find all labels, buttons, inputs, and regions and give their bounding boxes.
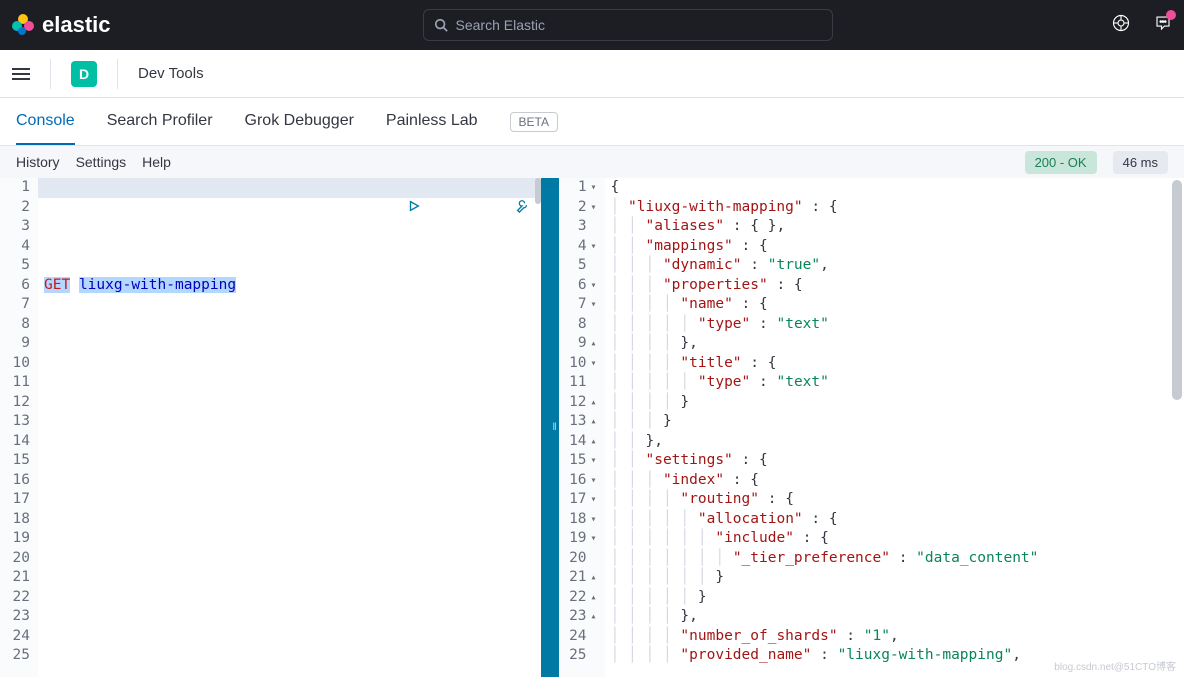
request-code[interactable]: GET liuxg-with-mappingDELETE index1POST … [38,178,551,677]
global-search[interactable]: Search Elastic [423,9,833,41]
history-link[interactable]: History [16,154,60,170]
elastic-logo-icon [12,14,34,36]
response-status-badge: 200 - OK [1025,151,1097,174]
response-scrollbar[interactable] [1172,180,1182,400]
topbar: elastic Search Elastic [0,0,1184,50]
topbar-right [1112,14,1172,37]
tab-grok-debugger[interactable]: Grok Debugger [245,98,354,145]
pane-resizer[interactable]: ‖ [551,178,559,677]
resizer-handle-icon: ‖ [552,422,556,433]
brand-text: elastic [42,12,111,38]
hamburger-icon [12,68,30,80]
notification-dot [1166,10,1176,20]
request-active-bar [541,178,551,677]
watermark: blog.csdn.net@51CTO博客 [1054,658,1176,673]
divider [117,59,118,89]
elastic-logo[interactable]: elastic [12,12,111,38]
help-link[interactable]: Help [142,154,171,170]
beta-badge: BETA [510,112,558,132]
tabs: Console Search Profiler Grok Debugger Pa… [0,98,1184,146]
settings-link[interactable]: Settings [76,154,127,170]
page-title: Dev Tools [138,65,204,82]
tab-search-profiler[interactable]: Search Profiler [107,98,213,145]
send-request-icon[interactable] [320,179,421,239]
app-badge[interactable]: D [71,61,97,87]
response-gutter: 1▾2▾34▾56▾7▾89▴10▾1112▴13▴14▴15▾16▾17▾18… [559,178,605,677]
request-actions [320,179,529,239]
divider [50,59,51,89]
tab-console[interactable]: Console [16,98,75,145]
subbar: D Dev Tools [0,50,1184,98]
nav-toggle-button[interactable] [12,65,30,83]
newsfeed-icon[interactable] [1154,14,1172,37]
wrench-icon[interactable] [427,179,528,239]
console-toolbar: History Settings Help 200 - OK 46 ms [0,146,1184,178]
help-icon[interactable] [1112,14,1130,37]
editors: 1234567891011121314151617181920212223242… [0,178,1184,677]
search-icon [434,18,448,32]
request-editor[interactable]: 1234567891011121314151617181920212223242… [0,178,551,677]
response-code[interactable]: {│ "liuxg-with-mapping" : {│ │ "aliases"… [605,178,1184,677]
response-editor[interactable]: 1▾2▾34▾56▾7▾89▴10▾1112▴13▴14▴15▾16▾17▾18… [559,178,1184,677]
request-gutter: 1234567891011121314151617181920212223242… [0,178,38,677]
search-placeholder: Search Elastic [456,17,545,33]
tab-painless-lab[interactable]: Painless Lab [386,98,478,145]
response-time-badge: 46 ms [1113,151,1168,174]
